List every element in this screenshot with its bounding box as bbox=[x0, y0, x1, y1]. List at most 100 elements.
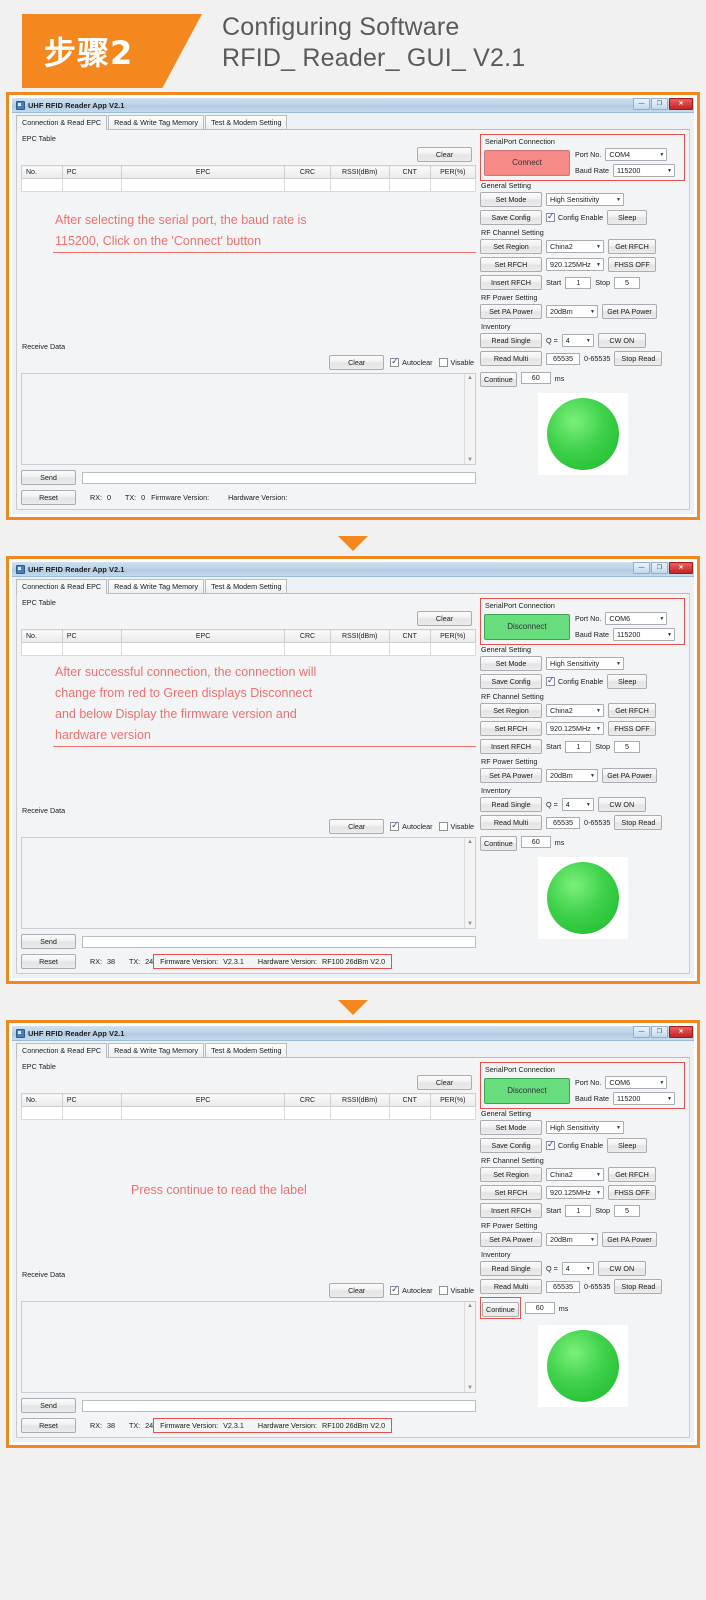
checkbox-icon[interactable] bbox=[438, 1286, 448, 1295]
insert-rfch-button[interactable]: Insert RFCH bbox=[480, 275, 542, 290]
insert-rfch-button[interactable]: Insert RFCH bbox=[480, 739, 542, 754]
checkbox-icon[interactable] bbox=[438, 358, 448, 367]
chevron-down-icon[interactable]: ▼ bbox=[467, 920, 473, 928]
get-rfch-button[interactable]: Get RFCH bbox=[608, 703, 656, 718]
reset-button[interactable]: Reset bbox=[21, 1418, 76, 1433]
continue-button[interactable]: Continue bbox=[482, 1302, 519, 1317]
minimize-icon[interactable]: — bbox=[633, 562, 650, 574]
cw-on-button[interactable]: CW ON bbox=[597, 333, 646, 348]
receive-scrollbar[interactable]: ▲ ▼ bbox=[464, 374, 475, 464]
config-enable-checkbox[interactable]: Config Enable bbox=[546, 675, 603, 686]
chevron-up-icon[interactable]: ▲ bbox=[467, 374, 473, 382]
set-pa-power-button[interactable]: Set PA Power bbox=[480, 1232, 542, 1247]
sleep-button[interactable]: Sleep bbox=[607, 210, 648, 225]
q-select[interactable]: 4 bbox=[561, 334, 594, 348]
autoclear-checkbox[interactable]: Autoclear bbox=[390, 820, 433, 831]
checkbox-icon[interactable] bbox=[390, 820, 400, 831]
set-pa-power-button[interactable]: Set PA Power bbox=[480, 768, 542, 783]
rfch-select[interactable]: 920.125MHz bbox=[546, 722, 604, 736]
read-multi-button[interactable]: Read Multi bbox=[480, 351, 542, 366]
connect-button[interactable]: Connect bbox=[484, 149, 570, 176]
save-config-button[interactable]: Save Config bbox=[480, 674, 542, 689]
sleep-button[interactable]: Sleep bbox=[607, 1138, 648, 1153]
tab-read-write-tag-memory[interactable]: Read & Write Tag Memory bbox=[108, 115, 205, 129]
send-button[interactable]: Send bbox=[21, 1398, 76, 1413]
save-config-button[interactable]: Save Config bbox=[480, 210, 542, 225]
table-row[interactable] bbox=[21, 178, 477, 192]
tab-connection-read-epc[interactable]: Connection & Read EPC bbox=[16, 1043, 108, 1058]
checkbox-icon[interactable] bbox=[546, 1139, 555, 1150]
checkbox-icon[interactable] bbox=[546, 675, 555, 686]
continue-interval-input[interactable]: 60 bbox=[524, 1302, 555, 1314]
start-input[interactable]: 1 bbox=[565, 1204, 592, 1217]
tab-test-modem-setting[interactable]: Test & Modem Setting bbox=[205, 579, 288, 593]
epc-clear-button[interactable]: Clear bbox=[417, 1075, 472, 1090]
receive-clear-button[interactable]: Clear bbox=[329, 355, 385, 370]
multi-count-input[interactable]: 65535 bbox=[546, 816, 580, 829]
continue-button[interactable]: Continue bbox=[480, 372, 517, 387]
reset-button[interactable]: Reset bbox=[21, 490, 76, 505]
get-pa-power-button[interactable]: Get PA Power bbox=[602, 768, 657, 783]
pa-power-select[interactable]: 20dBm bbox=[546, 305, 598, 319]
fhss-toggle-button[interactable]: FHSS OFF bbox=[608, 721, 656, 736]
tab-test-modem-setting[interactable]: Test & Modem Setting bbox=[205, 115, 288, 129]
set-mode-button[interactable]: Set Mode bbox=[480, 192, 542, 207]
mode-select[interactable]: High Sensitivity bbox=[546, 657, 624, 671]
send-input[interactable] bbox=[82, 471, 476, 484]
reset-button[interactable]: Reset bbox=[21, 954, 76, 969]
close-icon[interactable]: ✕ bbox=[669, 1026, 693, 1038]
start-input[interactable]: 1 bbox=[565, 740, 592, 753]
read-single-button[interactable]: Read Single bbox=[480, 797, 542, 812]
stop-input[interactable]: 5 bbox=[613, 740, 640, 753]
pa-power-select[interactable]: 20dBm bbox=[546, 769, 598, 783]
send-input[interactable] bbox=[82, 1399, 476, 1412]
receive-data-textarea[interactable]: ▲ ▼ bbox=[21, 837, 476, 929]
stop-read-button[interactable]: Stop Read bbox=[614, 1279, 663, 1294]
get-pa-power-button[interactable]: Get PA Power bbox=[602, 1232, 657, 1247]
connect-button[interactable]: Disconnect bbox=[484, 1077, 570, 1104]
table-row[interactable] bbox=[21, 1106, 477, 1120]
read-single-button[interactable]: Read Single bbox=[480, 333, 542, 348]
baud-rate-select[interactable]: 115200 bbox=[612, 628, 675, 642]
baud-rate-select[interactable]: 115200 bbox=[612, 164, 675, 178]
receive-data-textarea[interactable]: ▲ ▼ bbox=[21, 1301, 476, 1393]
epc-clear-button[interactable]: Clear bbox=[417, 147, 472, 162]
tab-connection-read-epc[interactable]: Connection & Read EPC bbox=[16, 115, 108, 130]
maximize-icon[interactable]: ❐ bbox=[651, 1026, 668, 1038]
visable-checkbox[interactable]: Visable bbox=[438, 822, 474, 831]
checkbox-icon[interactable] bbox=[546, 211, 555, 222]
baud-rate-select[interactable]: 115200 bbox=[612, 1092, 675, 1106]
multi-count-input[interactable]: 65535 bbox=[546, 352, 580, 365]
close-icon[interactable]: ✕ bbox=[669, 562, 693, 574]
minimize-icon[interactable]: — bbox=[633, 1026, 650, 1038]
close-icon[interactable]: ✕ bbox=[669, 98, 693, 110]
continue-interval-input[interactable]: 60 bbox=[520, 836, 551, 848]
send-input[interactable] bbox=[82, 935, 476, 948]
chevron-down-icon[interactable]: ▼ bbox=[467, 456, 473, 464]
send-button[interactable]: Send bbox=[21, 934, 76, 949]
maximize-icon[interactable]: ❐ bbox=[651, 562, 668, 574]
minimize-icon[interactable]: — bbox=[633, 98, 650, 110]
chevron-up-icon[interactable]: ▲ bbox=[467, 1302, 473, 1310]
cw-on-button[interactable]: CW ON bbox=[597, 797, 646, 812]
region-select[interactable]: China2 bbox=[546, 240, 604, 254]
stop-read-button[interactable]: Stop Read bbox=[614, 351, 663, 366]
autoclear-checkbox[interactable]: Autoclear bbox=[390, 1284, 433, 1295]
tab-test-modem-setting[interactable]: Test & Modem Setting bbox=[205, 1043, 288, 1057]
receive-clear-button[interactable]: Clear bbox=[329, 1283, 385, 1298]
start-input[interactable]: 1 bbox=[565, 276, 592, 289]
receive-data-textarea[interactable]: ▲ ▼ bbox=[21, 373, 476, 465]
stop-input[interactable]: 5 bbox=[613, 1204, 640, 1217]
maximize-icon[interactable]: ❐ bbox=[651, 98, 668, 110]
tab-connection-read-epc[interactable]: Connection & Read EPC bbox=[16, 579, 108, 594]
get-rfch-button[interactable]: Get RFCH bbox=[608, 1167, 656, 1182]
set-mode-button[interactable]: Set Mode bbox=[480, 656, 542, 671]
mode-select[interactable]: High Sensitivity bbox=[546, 193, 624, 207]
continue-button[interactable]: Continue bbox=[480, 836, 517, 851]
set-rfch-button[interactable]: Set RFCH bbox=[480, 721, 542, 736]
checkbox-icon[interactable] bbox=[390, 356, 400, 367]
config-enable-checkbox[interactable]: Config Enable bbox=[546, 211, 603, 222]
fhss-toggle-button[interactable]: FHSS OFF bbox=[608, 1185, 656, 1200]
rfch-select[interactable]: 920.125MHz bbox=[546, 1186, 604, 1200]
stop-input[interactable]: 5 bbox=[613, 276, 640, 289]
